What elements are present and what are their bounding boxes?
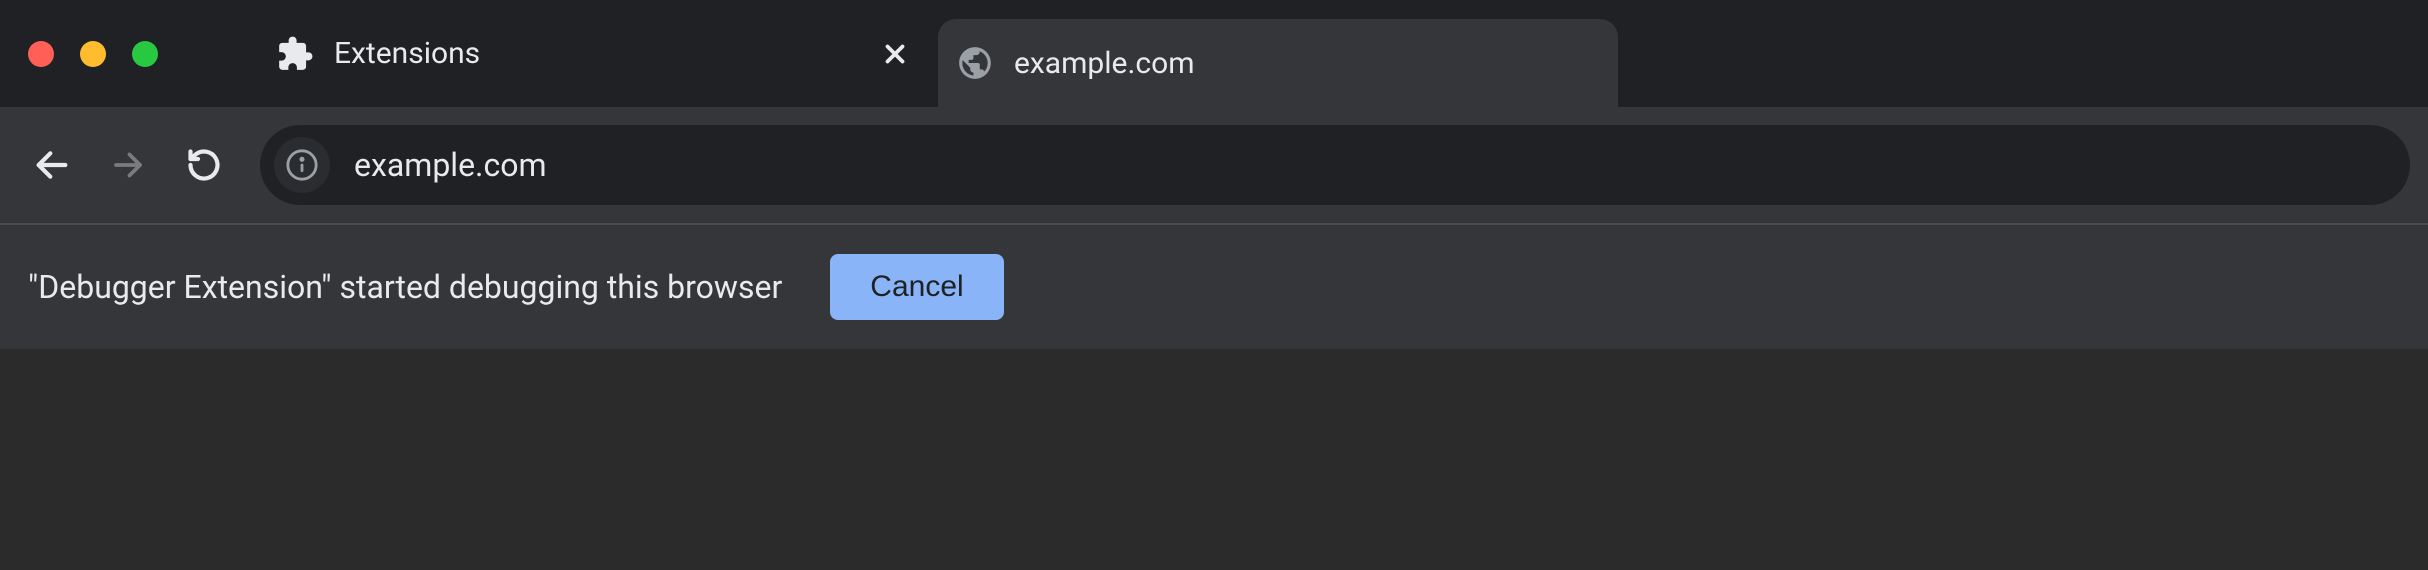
window-controls bbox=[28, 41, 158, 67]
extension-icon bbox=[276, 35, 314, 73]
window-minimize-button[interactable] bbox=[80, 41, 106, 67]
tab-strip: Extensions example.com bbox=[0, 0, 2428, 107]
forward-button[interactable] bbox=[94, 131, 162, 199]
tab-extensions[interactable]: Extensions bbox=[258, 10, 938, 98]
toolbar: example.com bbox=[0, 107, 2428, 225]
reload-button[interactable] bbox=[170, 131, 238, 199]
tab-close-button[interactable] bbox=[880, 39, 910, 69]
back-button[interactable] bbox=[18, 131, 86, 199]
globe-icon bbox=[956, 44, 994, 82]
window-close-button[interactable] bbox=[28, 41, 54, 67]
site-info-icon[interactable] bbox=[274, 137, 330, 193]
tab-example-com[interactable]: example.com bbox=[938, 19, 1618, 107]
window-maximize-button[interactable] bbox=[132, 41, 158, 67]
tab-title: example.com bbox=[1014, 46, 1590, 81]
cancel-button[interactable]: Cancel bbox=[830, 254, 1003, 320]
tab-title: Extensions bbox=[334, 36, 860, 71]
url-text: example.com bbox=[354, 146, 2396, 184]
address-bar[interactable]: example.com bbox=[260, 125, 2410, 205]
debugger-infobar: "Debugger Extension" started debugging t… bbox=[0, 225, 2428, 349]
infobar-message: "Debugger Extension" started debugging t… bbox=[28, 268, 782, 306]
